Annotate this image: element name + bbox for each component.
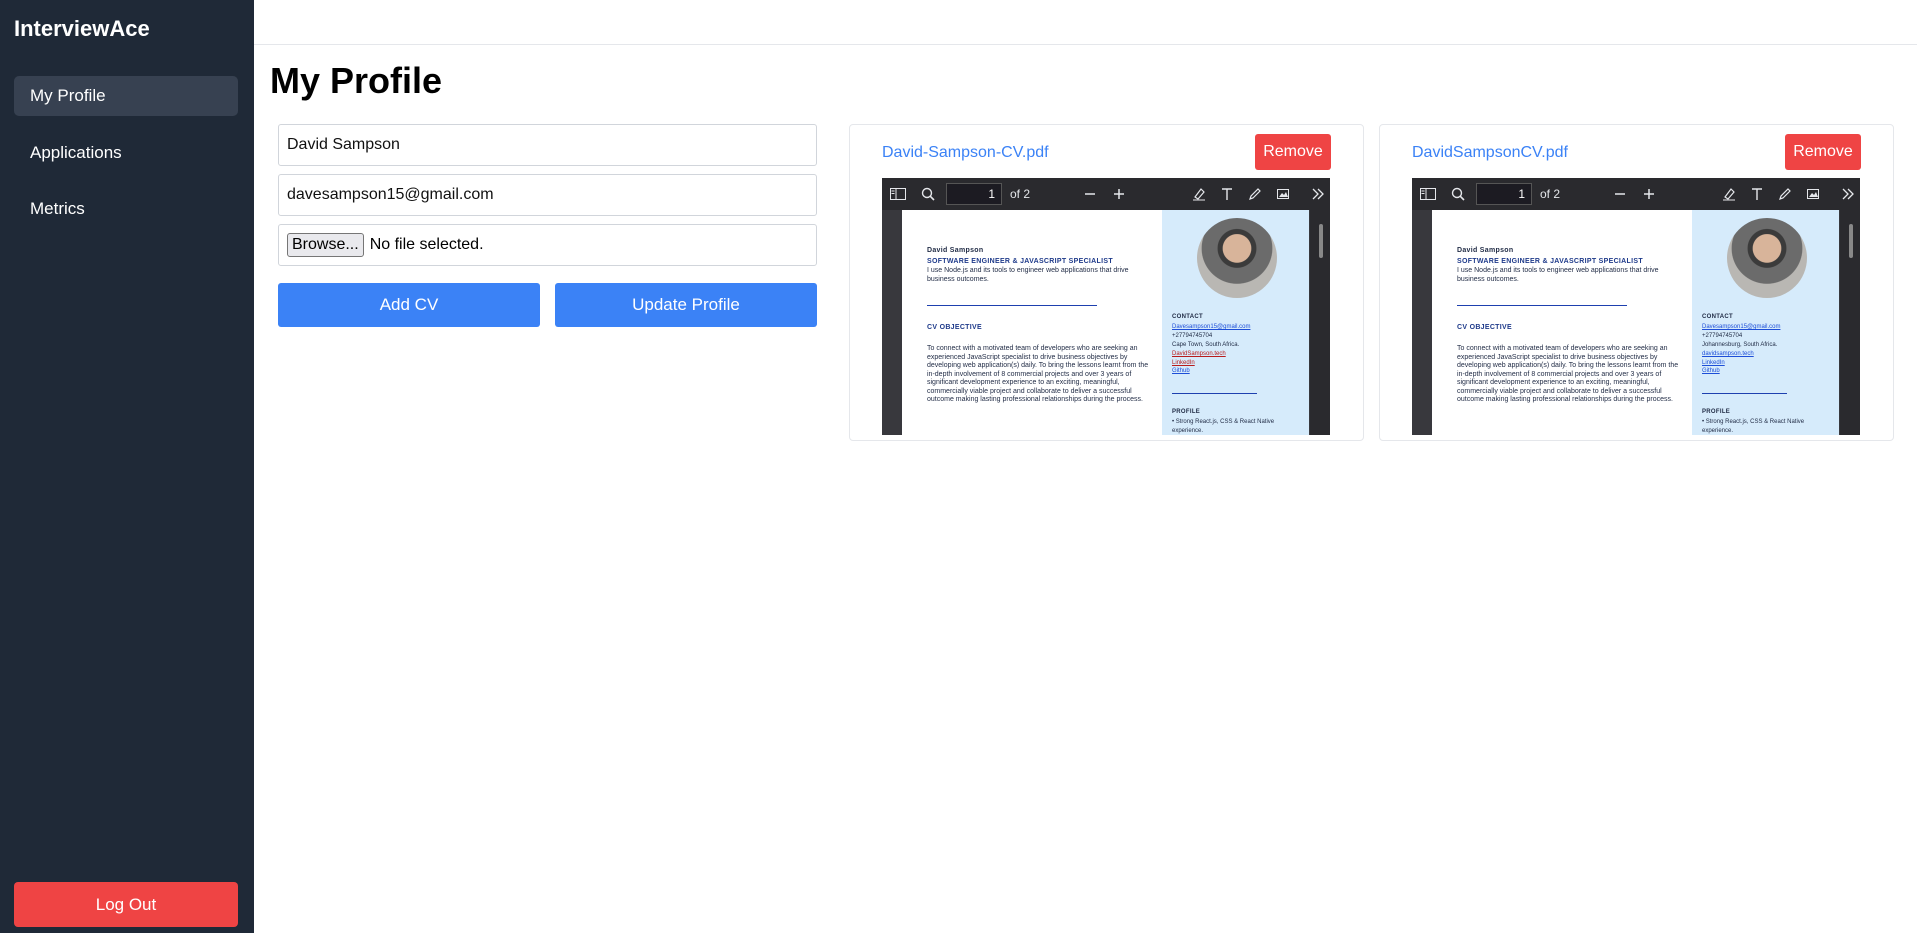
pdf-toolbar: 1 of 2 [1412, 178, 1860, 210]
cv-location: Cape Town, South Africa. [1172, 342, 1240, 348]
image-icon[interactable] [1803, 184, 1823, 204]
cv-contact-heading: CONTACT [1172, 314, 1203, 320]
sidebar-toggle-icon[interactable] [1418, 184, 1438, 204]
cv-tagline: I use Node.js and its tools to engineer … [927, 267, 1129, 283]
zoom-out-icon[interactable] [1080, 184, 1100, 204]
page-number-input[interactable]: 1 [1476, 183, 1532, 205]
image-icon[interactable] [1273, 184, 1293, 204]
cv-file-input[interactable]: Browse... No file selected. [278, 224, 817, 266]
cv-objective: To connect with a motivated team of deve… [1457, 345, 1679, 403]
pdf-scrollbar-thumb[interactable] [1849, 224, 1853, 258]
highlight-icon[interactable] [1189, 184, 1209, 204]
pdf-viewer: 1 of 2 David Sampson SOFTWARE ENGINEER &… [1412, 178, 1860, 435]
name-field[interactable] [278, 124, 817, 166]
page-total: of 2 [1540, 187, 1561, 201]
cv-sidebar: CONTACT Davesampson15@gmail.com +2779474… [1162, 210, 1309, 435]
update-profile-button[interactable]: Update Profile [555, 283, 817, 327]
more-tools-icon[interactable] [1308, 184, 1328, 204]
divider [1172, 393, 1257, 394]
text-icon[interactable] [1217, 184, 1237, 204]
top-bar [254, 0, 1917, 45]
cv-profile-item: • Strong React.js, CSS & React Native ex… [1172, 419, 1275, 434]
page-title: My Profile [270, 60, 443, 101]
cv-email: Davesampson15@gmail.com [1172, 324, 1251, 330]
cv-github: Github [1702, 368, 1720, 374]
sidebar-item-applications[interactable]: Applications [14, 133, 238, 173]
cv-file-link[interactable]: David-Sampson-CV.pdf [882, 144, 1049, 162]
cv-name: David Sampson [927, 247, 984, 254]
cv-phone: +27794745704 [1702, 333, 1743, 339]
search-icon[interactable] [918, 184, 938, 204]
sidebar: InterviewAce My Profile Applications Met… [0, 0, 254, 933]
cv-role: SOFTWARE ENGINEER & JAVASCRIPT SPECIALIS… [1457, 258, 1643, 265]
divider [1702, 393, 1787, 394]
text-icon[interactable] [1747, 184, 1767, 204]
divider [927, 305, 1097, 306]
highlight-icon[interactable] [1719, 184, 1739, 204]
page-total: of 2 [1010, 187, 1031, 201]
logout-button[interactable]: Log Out [14, 882, 238, 927]
pdf-viewer: 1 of 2 David Sampson SOFTWARE ENGINEER &… [882, 178, 1330, 435]
remove-cv-button[interactable]: Remove [1785, 134, 1861, 170]
search-icon[interactable] [1448, 184, 1468, 204]
pdf-page: David Sampson SOFTWARE ENGINEER & JAVASC… [1432, 210, 1839, 435]
cv-name: David Sampson [1457, 247, 1514, 254]
cv-sidebar: CONTACT Davesampson15@gmail.com +2779474… [1692, 210, 1839, 435]
cv-location: Johannesburg, South Africa. [1702, 342, 1778, 348]
page-number-input[interactable]: 1 [946, 183, 1002, 205]
pdf-page: David Sampson SOFTWARE ENGINEER & JAVASC… [902, 210, 1309, 435]
cv-site: DavidSampson.tech [1172, 351, 1226, 357]
sidebar-item-my-profile[interactable]: My Profile [14, 76, 238, 116]
cv-objective: To connect with a motivated team of deve… [927, 345, 1149, 403]
cv-email: Davesampson15@gmail.com [1702, 324, 1781, 330]
email-field[interactable] [278, 174, 817, 216]
cv-contact-heading: CONTACT [1702, 314, 1733, 320]
cv-phone: +27794745704 [1172, 333, 1213, 339]
zoom-in-icon[interactable] [1639, 184, 1659, 204]
cv-github: Github [1172, 368, 1190, 374]
pdf-scrollbar-thumb[interactable] [1319, 224, 1323, 258]
cv-site: davidsampson.tech [1702, 351, 1754, 357]
cv-objective-heading: CV OBJECTIVE [927, 324, 982, 331]
divider [1457, 305, 1627, 306]
sidebar-toggle-icon[interactable] [888, 184, 908, 204]
cv-card: DavidSampsonCV.pdf Remove 1 of 2 David S… [1379, 124, 1894, 441]
cv-tagline: I use Node.js and its tools to engineer … [1457, 267, 1659, 283]
draw-icon[interactable] [1775, 184, 1795, 204]
browse-button[interactable]: Browse... [287, 233, 364, 257]
profile-photo [1727, 218, 1807, 298]
zoom-in-icon[interactable] [1109, 184, 1129, 204]
cv-profile-heading: PROFILE [1702, 409, 1731, 415]
cv-profile-heading: PROFILE [1172, 409, 1201, 415]
zoom-out-icon[interactable] [1610, 184, 1630, 204]
profile-photo [1197, 218, 1277, 298]
draw-icon[interactable] [1245, 184, 1265, 204]
cv-role: SOFTWARE ENGINEER & JAVASCRIPT SPECIALIS… [927, 258, 1113, 265]
file-status-text: No file selected. [369, 236, 484, 253]
cv-file-link[interactable]: DavidSampsonCV.pdf [1412, 144, 1568, 162]
brand-logo: InterviewAce [14, 16, 150, 41]
sidebar-item-metrics[interactable]: Metrics [14, 189, 238, 229]
cv-objective-heading: CV OBJECTIVE [1457, 324, 1512, 331]
remove-cv-button[interactable]: Remove [1255, 134, 1331, 170]
add-cv-button[interactable]: Add CV [278, 283, 540, 327]
cv-card: David-Sampson-CV.pdf Remove 1 of 2 David… [849, 124, 1364, 441]
cv-profile-item: • Strong React.js, CSS & React Native ex… [1702, 419, 1805, 434]
pdf-toolbar: 1 of 2 [882, 178, 1330, 210]
more-tools-icon[interactable] [1838, 184, 1858, 204]
